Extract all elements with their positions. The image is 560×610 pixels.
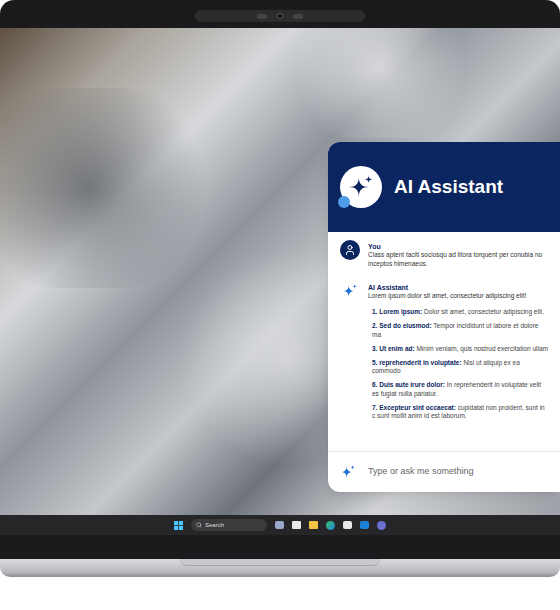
sensor-icon xyxy=(257,14,267,19)
chat-input[interactable]: Type or ask me something xyxy=(328,451,560,492)
teams-icon[interactable] xyxy=(377,521,386,530)
browser-icon[interactable] xyxy=(326,521,335,530)
message-author: You xyxy=(368,242,548,251)
lid-notch xyxy=(180,559,380,566)
folder-icon[interactable] xyxy=(309,521,318,529)
user-icon xyxy=(344,244,356,256)
bottom-bezel xyxy=(0,535,560,559)
camera-icon xyxy=(277,13,283,19)
answer-list: 1. Lorem ipsum: Dolor sit amet, consecte… xyxy=(368,308,548,421)
chat-body: YouClass aptent taciti sociosqu ad litor… xyxy=(328,232,560,492)
answer-item: 1. Lorem ipsum: Dolor sit amet, consecte… xyxy=(372,308,548,317)
assistant-avatar xyxy=(340,281,360,301)
taskbar-search[interactable]: Search xyxy=(191,519,267,531)
sparkle-icon xyxy=(348,174,374,200)
logo-dot xyxy=(338,196,350,208)
sensor-icon xyxy=(293,14,303,19)
input-sparkle xyxy=(340,464,356,480)
answer-item: 6. Duis aute irure dolor: In reprehender… xyxy=(372,381,548,399)
assistant-window: AI Assistant YouClass aptent taciti socio… xyxy=(328,142,560,492)
assistant-logo xyxy=(340,166,382,208)
answer-item: 7. Excepteur sint occaecat: cupidatat no… xyxy=(372,404,548,422)
mail-icon[interactable] xyxy=(360,521,369,529)
search-icon xyxy=(196,522,202,528)
task-view-icon[interactable] xyxy=(275,521,284,529)
message-text: Lorem ipsum dolor sit amet, consectetur … xyxy=(368,292,548,301)
answer-item: 5. reprehenderit in voluptate: Nisi ut a… xyxy=(372,359,548,377)
taskbar: Search xyxy=(0,515,560,535)
message: AI AssistantLorem ipsum dolor sit amet, … xyxy=(340,281,548,422)
store-icon[interactable] xyxy=(343,521,352,529)
camera-bar xyxy=(195,10,365,22)
message-list: YouClass aptent taciti sociosqu ad litor… xyxy=(328,232,560,421)
message-content: AI AssistantLorem ipsum dolor sit amet, … xyxy=(368,281,548,422)
answer-item: 2. Sed do eiusmod: Tempor incididunt ut … xyxy=(372,322,548,340)
page: AI Assistant YouClass aptent taciti socio… xyxy=(0,0,560,610)
windows-logo-icon[interactable] xyxy=(174,521,183,530)
message-author: AI Assistant xyxy=(368,283,548,292)
answer-item: 3. Ut enim ad: Minim veniam, quis nostru… xyxy=(372,345,548,354)
wallpaper-shade xyxy=(0,88,220,288)
user-avatar xyxy=(340,240,360,260)
sparkle-icon xyxy=(340,464,356,480)
laptop-frame: AI Assistant YouClass aptent taciti socio… xyxy=(0,0,560,559)
background xyxy=(0,577,560,610)
input-placeholder: Type or ask me something xyxy=(368,465,474,479)
search-placeholder: Search xyxy=(205,522,224,528)
laptop-base xyxy=(0,559,560,577)
desktop: AI Assistant YouClass aptent taciti socio… xyxy=(0,28,560,515)
assistant-header: AI Assistant xyxy=(328,142,560,232)
message-content: YouClass aptent taciti sociosqu ad litor… xyxy=(368,240,548,269)
top-bezel xyxy=(0,0,560,28)
wallpaper-light xyxy=(280,28,480,138)
assistant-title: AI Assistant xyxy=(394,173,503,202)
message-text: Class aptent taciti sociosqu ad litora t… xyxy=(368,251,548,269)
sparkle-icon xyxy=(342,283,358,299)
widgets-icon[interactable] xyxy=(292,521,301,529)
message: YouClass aptent taciti sociosqu ad litor… xyxy=(340,240,548,269)
